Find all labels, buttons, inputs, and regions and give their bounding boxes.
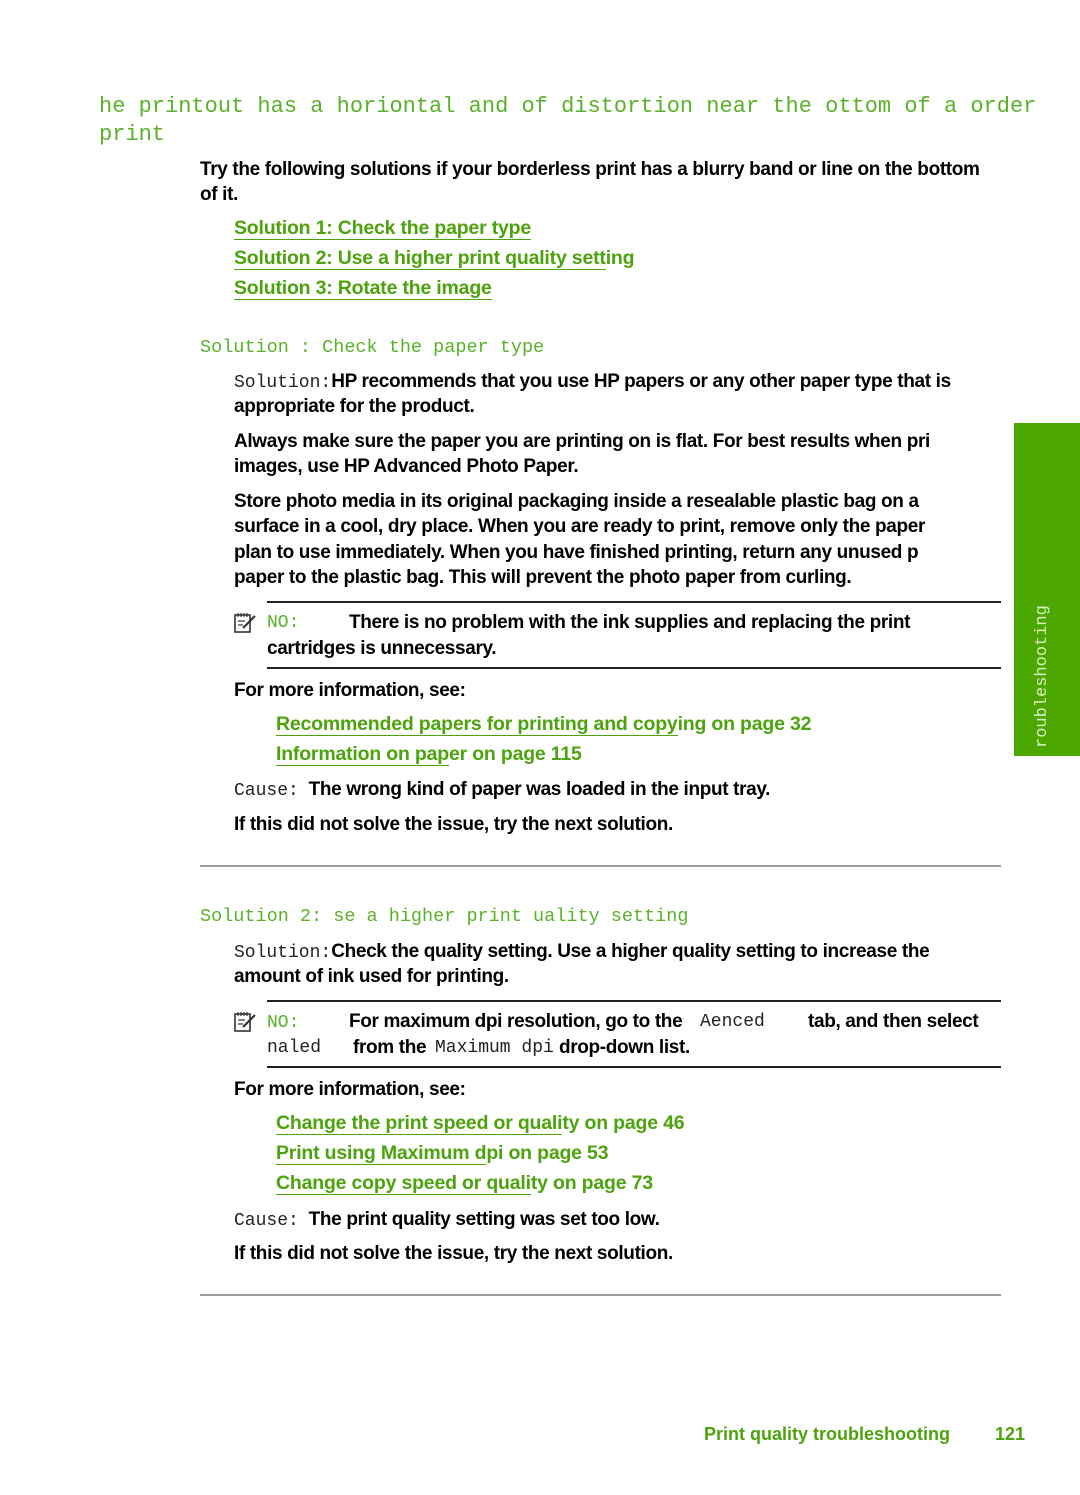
solution-3-link[interactable]: Solution 3: Rotate the image (234, 277, 492, 300)
solution-1-heading: Solution : Check the paper type (200, 337, 545, 358)
note-bottom-rule (267, 667, 1001, 669)
solution-1-link[interactable]: Solution 1: Check the paper type (234, 217, 531, 240)
cause-text: The print quality setting was set too lo… (308, 1209, 660, 1230)
recommended-papers-link[interactable]: Recommended papers for printing and copy… (276, 713, 811, 736)
storage-line1: Store photo media in its original packag… (234, 491, 919, 512)
enabled-option-name: naled (267, 1038, 322, 1058)
note-icon (234, 1012, 256, 1032)
note-text-part4: drop-down list. (559, 1037, 690, 1058)
link-text-rest: ty on page 46 (562, 1112, 685, 1134)
change-print-speed-link[interactable]: Change the print speed or quality on pag… (276, 1112, 685, 1135)
maximum-dpi-name: Maximum dpi (435, 1038, 554, 1058)
link-text-rest: ty on page 73 (530, 1172, 653, 1194)
link-text: Change the print speed or quali (276, 1112, 563, 1135)
link-text-rest: ing on page 32 (677, 713, 812, 735)
cause-label: Cause: (234, 781, 299, 801)
next-solution-text: If this did not solve the issue, try the… (234, 814, 673, 835)
change-copy-speed-link[interactable]: Change copy speed or quality on page 73 (276, 1172, 653, 1195)
print-maximum-dpi-link[interactable]: Print using Maximum dpi on page 53 (276, 1142, 609, 1165)
solution-2-link[interactable]: Solution 2: Use a higher print quality s… (234, 247, 635, 270)
solution-text: HP recommends that you use HP papers or … (331, 371, 951, 392)
note-top-rule (267, 1000, 1001, 1002)
intro-line1: Try the following solutions if your bord… (200, 159, 980, 180)
note-text-part1: For maximum dpi resolution, go to the (349, 1011, 683, 1032)
page-title-line2: print (99, 122, 166, 147)
link-text-rest: ing (605, 247, 635, 269)
note-text-part3: from the (353, 1037, 427, 1058)
cause-line: Cause: The print quality setting was set… (234, 1207, 660, 1234)
intro-line2: of it. (200, 184, 238, 205)
link-text: Solution 1: Check the paper type (234, 217, 531, 240)
flat-paper-line2: images, use HP Advanced Photo Paper. (234, 456, 579, 477)
solution-text: Check the quality setting. Use a higher … (331, 941, 930, 962)
section-divider (200, 865, 1001, 867)
note-line1: There is no problem with the ink supplie… (349, 612, 911, 633)
more-info-label: For more information, see: (234, 1079, 466, 1100)
section-divider (200, 1294, 1001, 1296)
storage-line4: paper to the plastic bag. This will prev… (234, 567, 852, 588)
note-label: NO: (267, 1013, 300, 1033)
footer-page-number: 121 (995, 1424, 1026, 1444)
solution-1-text-line2: appropriate for the product. (234, 396, 475, 417)
information-on-paper-link[interactable]: Information on paper on page 115 (276, 743, 582, 766)
page-title-line1: he printout has a horiontal and of disto… (99, 94, 1037, 119)
chapter-side-tab-label: roubleshooting (1033, 605, 1052, 748)
link-text: Change copy speed or quali (276, 1172, 531, 1195)
note-bottom-rule (267, 1066, 1001, 1068)
link-text: Solution 2: Use a higher print quality s… (234, 247, 606, 270)
cause-label: Cause: (234, 1211, 299, 1231)
flat-paper-line1: Always make sure the paper you are print… (234, 431, 930, 452)
solution-1-text-line1: Solution:HP recommends that you use HP p… (234, 369, 951, 396)
link-text: Information on pap (276, 743, 449, 766)
link-text: Solution 3: Rotate the image (234, 277, 492, 300)
cause-text: The wrong kind of paper was loaded in th… (308, 779, 771, 800)
link-text: Recommended papers for printing and copy (276, 713, 678, 736)
solution-2-heading: Solution 2: se a higher print uality set… (200, 906, 689, 927)
note-line2: cartridges is unnecessary. (267, 638, 497, 659)
cause-line: Cause: The wrong kind of paper was loade… (234, 777, 770, 804)
solution-label: Solution: (234, 373, 332, 393)
advanced-tab-name: Aenced (700, 1012, 765, 1032)
note-text-part2: tab, and then select (808, 1011, 979, 1032)
note-top-rule (267, 601, 1001, 603)
storage-line2: surface in a cool, dry place. When you a… (234, 516, 926, 537)
solution-2-text-line1: Solution:Check the quality setting. Use … (234, 939, 930, 966)
more-info-label: For more information, see: (234, 680, 466, 701)
footer-section-title: Print quality troubleshooting (704, 1424, 950, 1444)
link-text-rest: er on page 115 (448, 743, 582, 765)
next-solution-text: If this did not solve the issue, try the… (234, 1243, 673, 1264)
solution-2-text-line2: amount of ink used for printing. (234, 966, 509, 987)
storage-line3: plan to use immediately. When you have f… (234, 542, 919, 563)
solution-label: Solution: (234, 943, 332, 963)
link-text: Print using Maximum d (276, 1142, 487, 1165)
link-text-rest: pi on page 53 (486, 1142, 609, 1164)
note-label: NO: (267, 613, 300, 633)
note-icon (234, 613, 256, 633)
